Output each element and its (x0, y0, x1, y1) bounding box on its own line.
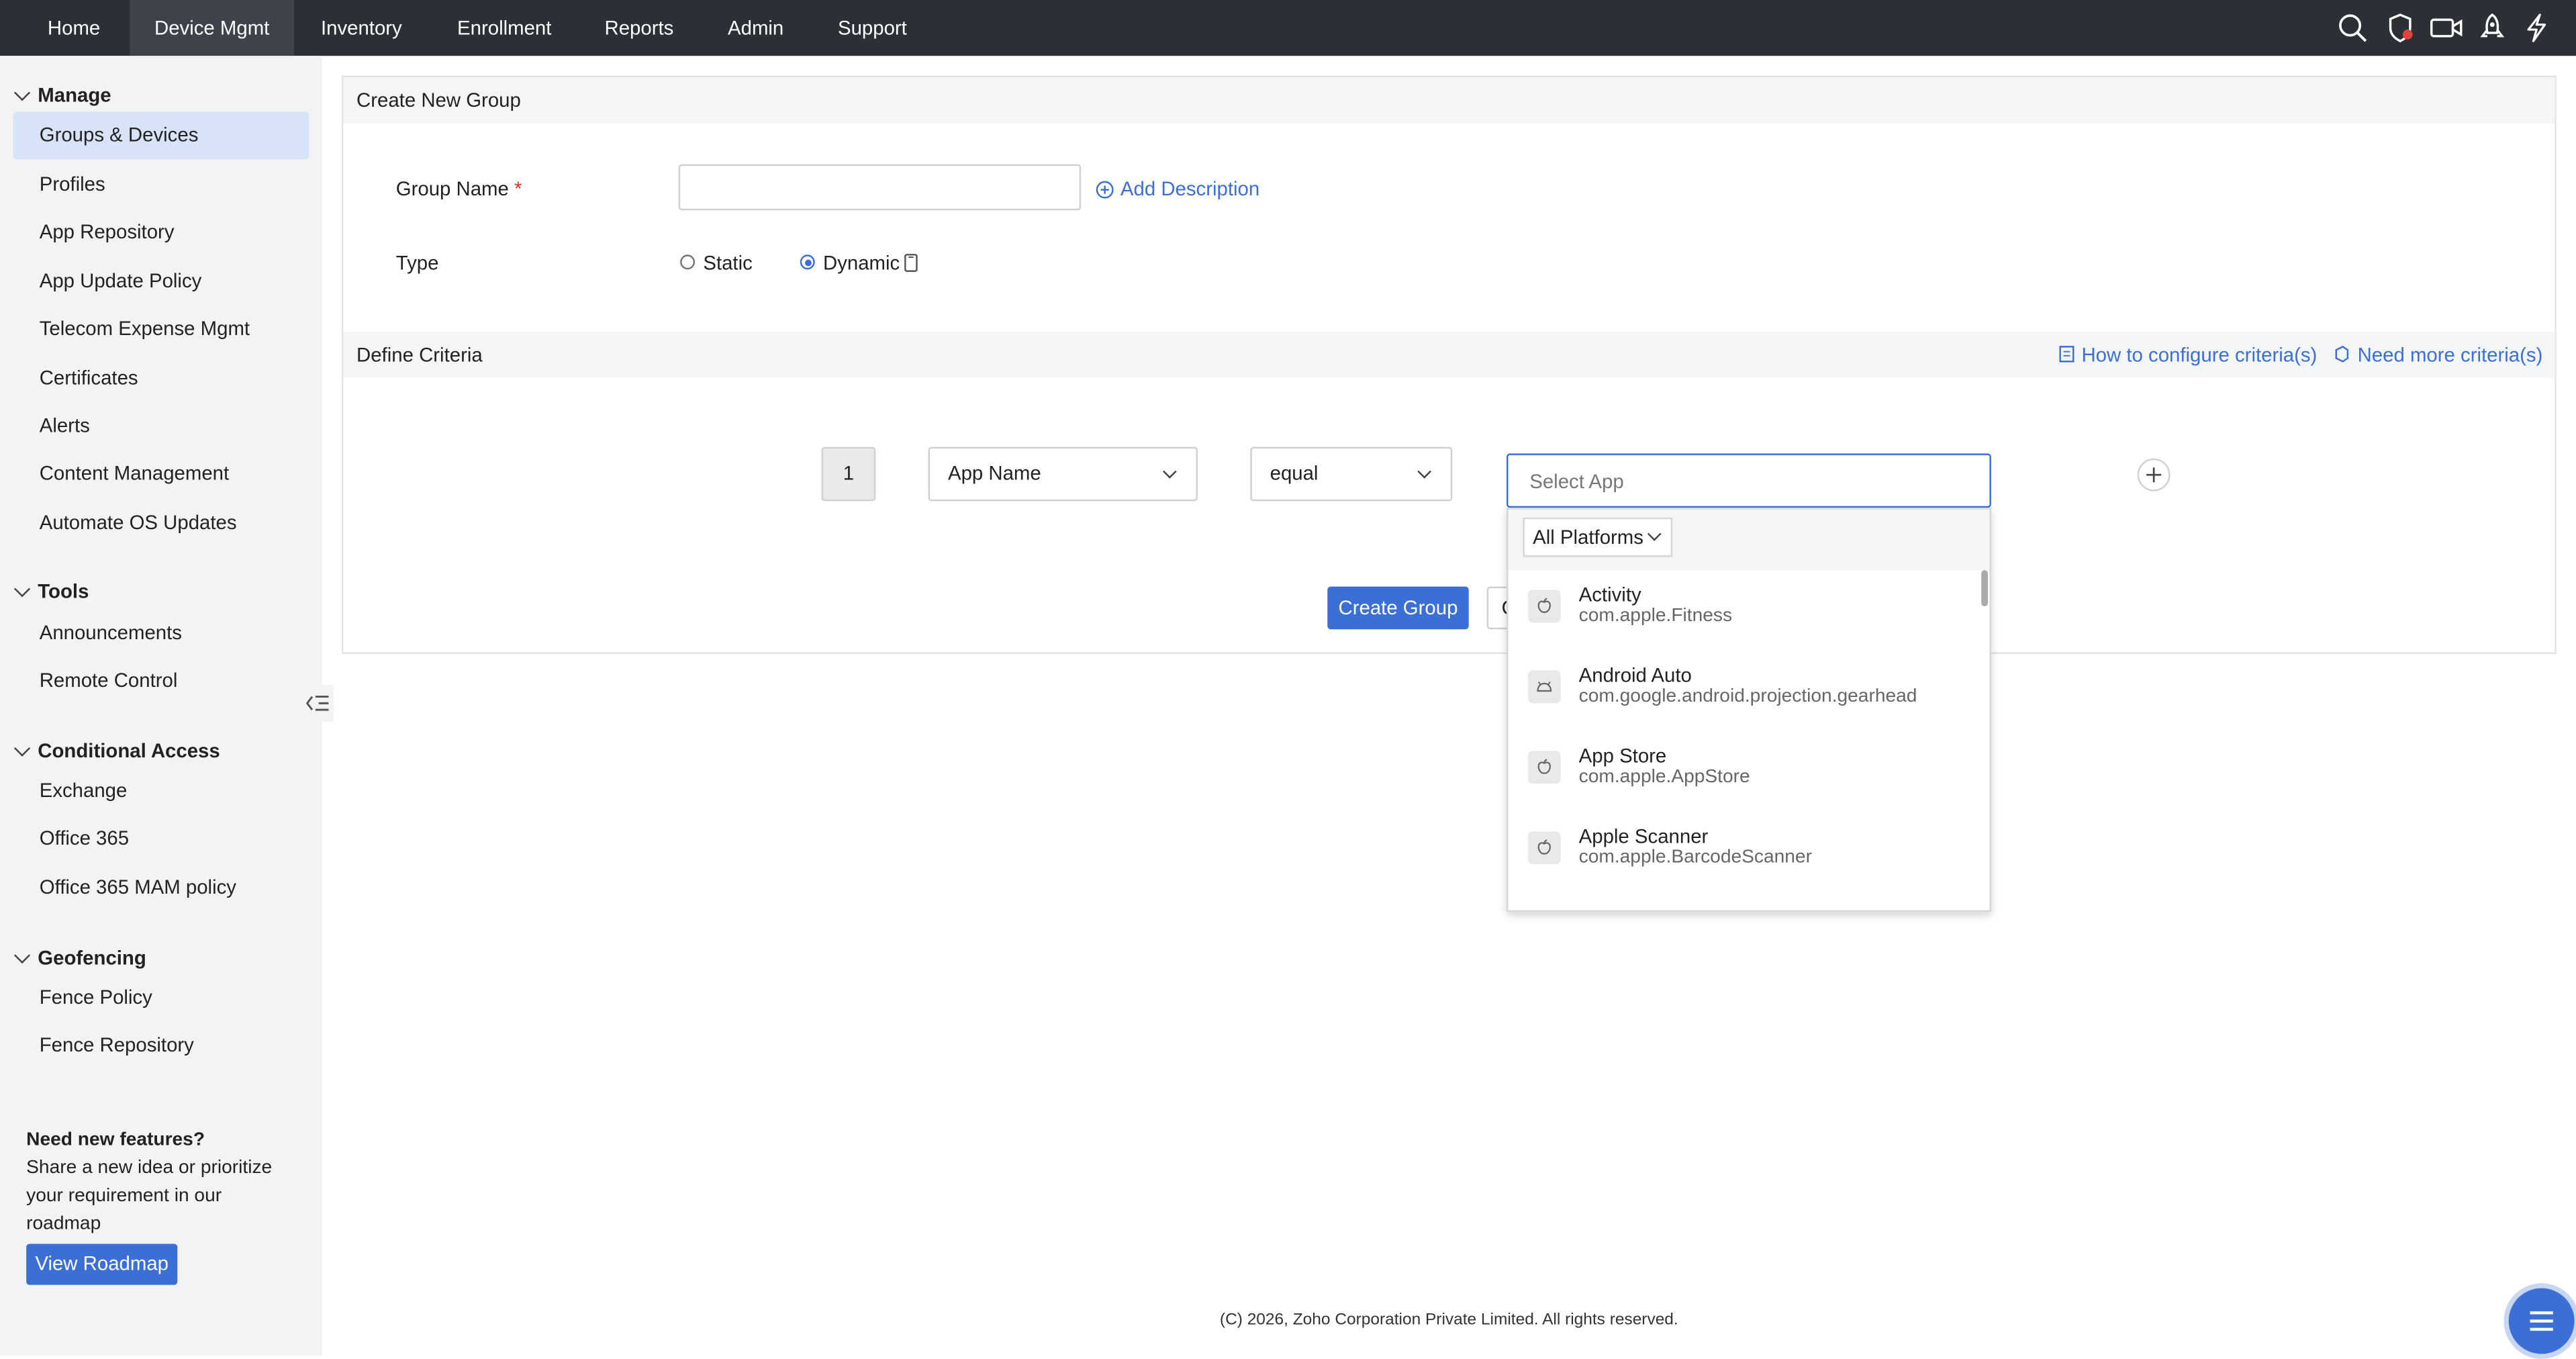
app-option[interactable]: App Store com.apple.AppStore (1508, 731, 1976, 812)
select-app-input[interactable] (1506, 453, 1991, 508)
type-dynamic-radio[interactable] (800, 254, 815, 270)
sidebar-item-fence-repository[interactable]: Fence Repository (13, 1022, 309, 1070)
sidebar-item-certificates[interactable]: Certificates (13, 355, 309, 403)
required-marker: * (514, 177, 522, 201)
chevron-down-icon (13, 740, 31, 757)
nav-device-mgmt[interactable]: Device Mgmt (130, 0, 295, 56)
book-icon (2058, 345, 2074, 368)
android-icon (1527, 670, 1561, 704)
chevron-down-icon (1417, 464, 1432, 479)
sidebar-item-groups-devices[interactable]: Groups & Devices (13, 111, 309, 160)
sidebar-item-office-365-mam[interactable]: Office 365 MAM policy (13, 864, 309, 912)
type-static-radio[interactable] (680, 254, 696, 270)
sidebar-item-automate-os-updates[interactable]: Automate OS Updates (13, 500, 309, 547)
sidebar-item-fence-policy[interactable]: Fence Policy (13, 974, 309, 1022)
criteria-row-number: 1 (821, 447, 876, 502)
plus-circle-icon (1096, 181, 1114, 203)
app-option[interactable]: Apple Scanner com.apple.BarcodeScanner (1508, 812, 1976, 892)
shield-alert-icon[interactable] (2384, 11, 2417, 44)
chevron-down-icon (1162, 464, 1177, 479)
app-select-dropdown: All Platforms Activity com.apple.Fitness… (1506, 508, 1991, 912)
dropdown-scrollbar[interactable] (1980, 570, 1990, 910)
apple-icon (1527, 831, 1561, 865)
plus-icon (2146, 467, 2162, 483)
add-criteria-button[interactable] (2137, 458, 2170, 491)
sidebar-section-manage[interactable]: Manage (13, 84, 111, 107)
rocket-icon[interactable] (2476, 11, 2509, 44)
app-option[interactable]: Android Auto com.google.android.projecti… (1508, 651, 1976, 731)
nav-admin[interactable]: Admin (713, 0, 798, 56)
criteria-field-select[interactable]: App Name (928, 447, 1198, 502)
group-name-label: Group Name * (395, 177, 522, 201)
lightning-icon[interactable] (2522, 11, 2555, 44)
feedback-icon (2333, 345, 2351, 368)
need-more-criteria-link[interactable]: Need more criteria(s) (2333, 343, 2542, 368)
view-roadmap-button[interactable]: View Roadmap (26, 1244, 178, 1285)
top-navigation-bar: Home Device Mgmt Inventory Enrollment Re… (0, 0, 2576, 56)
add-description-link[interactable]: Add Description (1096, 177, 1259, 203)
chevron-down-icon (13, 581, 31, 598)
promo-text: Share a new idea or prioritize your requ… (26, 1158, 273, 1234)
promo-title: Need new features? (26, 1130, 205, 1150)
apple-icon (1527, 751, 1561, 784)
type-dynamic-label[interactable]: Dynamic (823, 251, 900, 274)
app-option[interactable]: Activity com.apple.Fitness (1508, 570, 1976, 651)
type-label: Type (395, 251, 439, 275)
sidebar-item-telecom-expense[interactable]: Telecom Expense Mgmt (13, 306, 309, 353)
apple-icon (1527, 590, 1561, 623)
create-group-button[interactable]: Create Group (1327, 586, 1469, 630)
mobile-device-icon (904, 253, 918, 278)
sidebar-item-app-repository[interactable]: App Repository (13, 209, 309, 256)
sidebar-item-exchange[interactable]: Exchange (13, 767, 309, 815)
sidebar-item-app-update-policy[interactable]: App Update Policy (13, 258, 309, 306)
dropdown-filter-bar: All Platforms (1508, 509, 1990, 571)
type-static-label[interactable]: Static (703, 251, 752, 274)
footer-copyright: (C) 2026, Zoho Corporation Private Limit… (1219, 1311, 1678, 1329)
create-group-header: Create New Group (343, 77, 2555, 124)
criteria-operator-select[interactable]: equal (1250, 447, 1453, 502)
criteria-title: Define Criteria (356, 343, 483, 367)
video-icon[interactable] (2428, 11, 2463, 44)
nav-home[interactable]: Home (26, 0, 122, 56)
chevron-down-icon (1647, 526, 1662, 541)
collapse-sidebar-icon[interactable] (300, 685, 334, 722)
sidebar-item-announcements[interactable]: Announcements (13, 610, 309, 657)
platform-filter-select[interactable]: All Platforms (1523, 517, 1673, 557)
how-to-configure-link[interactable]: How to configure criteria(s) (2058, 343, 2317, 368)
nav-reports[interactable]: Reports (590, 0, 689, 56)
group-name-input[interactable] (678, 164, 1082, 211)
sidebar-item-office-365[interactable]: Office 365 (13, 815, 309, 863)
sidebar-item-alerts[interactable]: Alerts (13, 403, 309, 451)
chevron-down-icon (13, 85, 31, 101)
page-title: Create New Group (356, 89, 521, 112)
sidebar-section-tools[interactable]: Tools (13, 580, 89, 603)
roadmap-promo: Need new features? Share a new idea or p… (26, 1127, 289, 1239)
sidebar-item-content-management[interactable]: Content Management (13, 451, 309, 498)
nav-support[interactable]: Support (822, 0, 924, 56)
chat-menu-button[interactable] (2508, 1288, 2575, 1354)
sidebar-item-remote-control[interactable]: Remote Control (13, 657, 309, 705)
nav-inventory[interactable]: Inventory (307, 0, 416, 56)
sidebar-section-geofencing[interactable]: Geofencing (13, 947, 146, 970)
chevron-down-icon (13, 947, 31, 964)
dropdown-scroll-thumb[interactable] (1981, 570, 1988, 606)
sidebar-section-conditional-access[interactable]: Conditional Access (13, 739, 220, 762)
search-icon[interactable] (2336, 11, 2369, 44)
nav-enrollment[interactable]: Enrollment (440, 0, 569, 56)
sidebar-item-profiles[interactable]: Profiles (13, 161, 309, 209)
menu-icon (2530, 1311, 2553, 1331)
